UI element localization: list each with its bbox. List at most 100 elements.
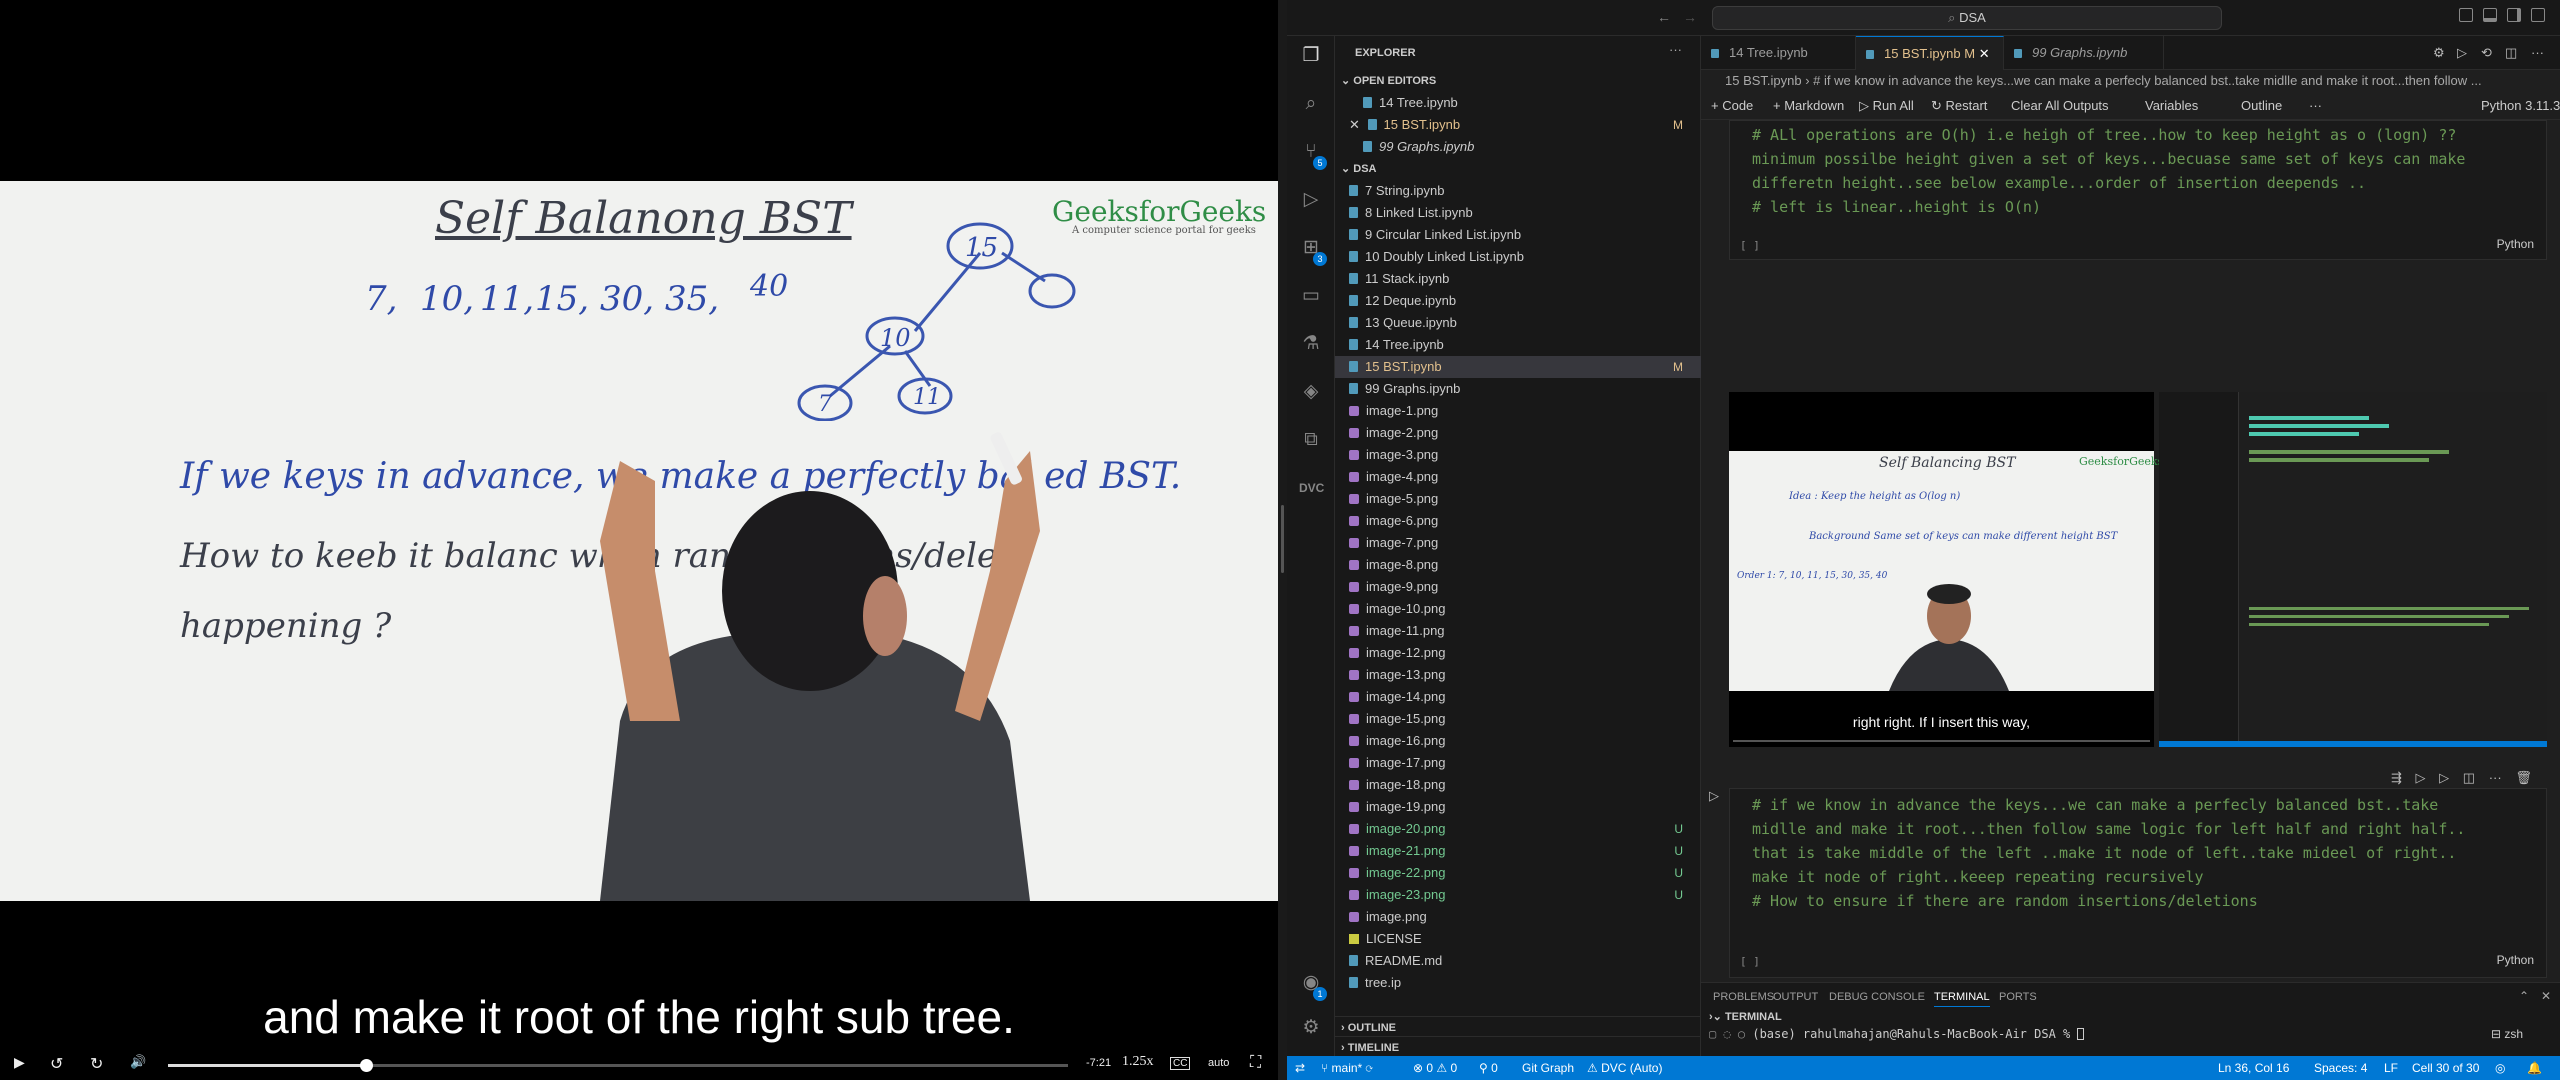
more-actions-icon[interactable]: ··· bbox=[2531, 45, 2544, 60]
run-by-line-icon[interactable]: ⇶ bbox=[2391, 770, 2402, 785]
file-tree-item[interactable]: 14 Tree.ipynb bbox=[1335, 334, 1701, 356]
search-icon[interactable]: ⌕ bbox=[1299, 92, 1323, 116]
terminal-instance[interactable]: ⊟ zsh bbox=[2491, 1027, 2551, 1041]
file-tree-item[interactable]: 99 Graphs.ipynb bbox=[1335, 378, 1701, 400]
markdown-cell-1[interactable]: # ALl operations are O(h) i.e heigh of t… bbox=[1729, 120, 2547, 260]
file-tree-item[interactable]: 11 Stack.ipynb bbox=[1335, 268, 1701, 290]
file-tree-item[interactable]: image-18.png bbox=[1335, 774, 1701, 796]
toggle-sidebar-icon[interactable] bbox=[2459, 8, 2473, 22]
file-tree-item[interactable]: image-13.png bbox=[1335, 664, 1701, 686]
more-actions-icon[interactable]: ··· bbox=[2489, 770, 2502, 785]
file-tree-item[interactable]: 9 Circular Linked List.ipynb bbox=[1335, 224, 1701, 246]
end-of-line[interactable]: LF bbox=[2384, 1056, 2398, 1080]
customize-layout-icon[interactable] bbox=[2531, 8, 2545, 22]
file-tree-item[interactable]: image-6.png bbox=[1335, 510, 1701, 532]
panel-tab[interactable]: PROBLEMS bbox=[1713, 991, 1774, 1003]
file-tree-item[interactable]: image-2.png bbox=[1335, 422, 1701, 444]
more-actions-icon[interactable]: ··· bbox=[1669, 42, 1682, 57]
file-tree-item[interactable]: image-7.png bbox=[1335, 532, 1701, 554]
file-tree-item[interactable]: tree.ip bbox=[1335, 972, 1701, 994]
file-tree-item[interactable]: 15 BST.ipynb M bbox=[1335, 356, 1701, 378]
close-icon[interactable]: ✕ bbox=[1349, 117, 1364, 132]
maximize-panel-icon[interactable]: ⌃ bbox=[2519, 989, 2529, 1003]
add-markdown-cell-button[interactable]: + Markdown bbox=[1773, 92, 1844, 120]
restart-button[interactable]: ↻ Restart bbox=[1931, 92, 1987, 120]
file-tree-item[interactable]: image-8.png bbox=[1335, 554, 1701, 576]
problems-indicator[interactable]: ⊗ 0 ⚠ 0 bbox=[1413, 1056, 1457, 1080]
indentation[interactable]: Spaces: 4 bbox=[2314, 1056, 2367, 1080]
markdown-cell-2[interactable]: # if we know in advance the keys...we ca… bbox=[1729, 788, 2547, 978]
cell-indicator[interactable]: Cell 30 of 30 bbox=[2412, 1056, 2479, 1080]
open-editor-item[interactable]: ✕ 15 BST.ipynb M bbox=[1335, 114, 1701, 136]
tab-99-graphs[interactable]: 99 Graphs.ipynb bbox=[2004, 36, 2164, 70]
outline-header[interactable]: › OUTLINE bbox=[1335, 1016, 1701, 1038]
output-seek-bar[interactable] bbox=[1733, 740, 2150, 742]
cell-language[interactable]: Python bbox=[2497, 953, 2534, 967]
file-tree-item[interactable]: image-16.png bbox=[1335, 730, 1701, 752]
file-tree-item[interactable]: image-1.png bbox=[1335, 400, 1701, 422]
dvc-status[interactable]: ⚠ DVC (Auto) bbox=[1587, 1056, 1662, 1080]
outline-button[interactable]: Outline bbox=[2241, 92, 2282, 120]
remote-explorer-icon[interactable]: ▭ bbox=[1299, 284, 1323, 308]
quality-selector[interactable]: auto bbox=[1208, 1057, 1229, 1069]
open-changes-icon[interactable]: ⟲ bbox=[2481, 45, 2492, 61]
file-tree-item[interactable]: image-5.png bbox=[1335, 488, 1701, 510]
open-editor-item[interactable]: 14 Tree.ipynb bbox=[1335, 92, 1701, 114]
notifications-icon[interactable]: 🔔 bbox=[2527, 1056, 2542, 1080]
captions-button[interactable]: CC bbox=[1170, 1057, 1191, 1070]
split-cell-icon[interactable]: ◫ bbox=[2463, 770, 2475, 785]
file-tree-item[interactable]: image-23.png U bbox=[1335, 884, 1701, 906]
dvc-icon[interactable]: DVC bbox=[1299, 476, 1324, 500]
explorer-icon[interactable]: ❐ bbox=[1299, 44, 1323, 68]
file-tree-item[interactable]: image-9.png bbox=[1335, 576, 1701, 598]
timeline-header[interactable]: › TIMELINE bbox=[1335, 1036, 1701, 1058]
file-tree-item[interactable]: image-21.png U bbox=[1335, 840, 1701, 862]
run-all-button[interactable]: ▷ Run All bbox=[1859, 92, 1914, 120]
split-editor-icon[interactable]: ◫ bbox=[2505, 45, 2517, 61]
ports-indicator[interactable]: ⚲ 0 bbox=[1479, 1056, 1498, 1080]
source-graph-icon[interactable]: ⧉ bbox=[1299, 428, 1323, 452]
close-icon[interactable]: ✕ bbox=[1979, 46, 1990, 61]
rewind-icon[interactable]: ↺ bbox=[50, 1054, 63, 1074]
delete-cell-icon[interactable]: 🗑 bbox=[2515, 770, 2532, 785]
file-tree-item[interactable]: image-19.png bbox=[1335, 796, 1701, 818]
docker-icon[interactable]: ◈ bbox=[1299, 380, 1323, 404]
file-tree-item[interactable]: image-11.png bbox=[1335, 620, 1701, 642]
open-editors-header[interactable]: ⌄ OPEN EDITORS bbox=[1335, 70, 1701, 92]
open-editor-item[interactable]: 99 Graphs.ipynb bbox=[1335, 136, 1701, 158]
output-video-thumbnail[interactable]: Self Balancing BST Idea : Keep the heigh… bbox=[1729, 392, 2163, 747]
playback-speed[interactable]: 1.25x bbox=[1122, 1054, 1154, 1070]
remote-icon[interactable]: ⇄ bbox=[1295, 1056, 1305, 1080]
file-tree-item[interactable]: 10 Doubly Linked List.ipynb bbox=[1335, 246, 1701, 268]
seek-knob[interactable] bbox=[360, 1059, 373, 1072]
file-tree-item[interactable]: LICENSE bbox=[1335, 928, 1701, 950]
cell-2-content[interactable]: # if we know in advance the keys...we ca… bbox=[1752, 793, 2465, 913]
split-divider[interactable] bbox=[1278, 0, 1287, 1080]
settings-gear-icon[interactable]: ⚙ bbox=[1299, 1016, 1323, 1040]
cell-1-content[interactable]: # ALl operations are O(h) i.e heigh of t… bbox=[1752, 123, 2465, 219]
panel-tab[interactable]: PORTS bbox=[1999, 991, 2037, 1003]
file-tree-item[interactable]: image-12.png bbox=[1335, 642, 1701, 664]
clear-outputs-button[interactable]: Clear All Outputs bbox=[2011, 92, 2109, 120]
fullscreen-icon[interactable]: ⛶ bbox=[1250, 1054, 1261, 1072]
breadcrumb[interactable]: 15 BST.ipynb › # if we know in advance t… bbox=[1701, 70, 2560, 92]
forward-icon[interactable]: ↻ bbox=[90, 1054, 103, 1074]
video-player[interactable]: Self Balanong BST 7, 10, 11, 15, 30, 35,… bbox=[0, 0, 1287, 1080]
file-tree-item[interactable]: image-17.png bbox=[1335, 752, 1701, 774]
file-tree-item[interactable]: image-3.png bbox=[1335, 444, 1701, 466]
terminal-section-header[interactable]: ›⌄ TERMINAL bbox=[1709, 1010, 2549, 1026]
tab-14-tree[interactable]: 14 Tree.ipynb bbox=[1701, 36, 1856, 70]
execute-above-icon[interactable]: ▷ bbox=[2416, 770, 2426, 785]
copilot-icon[interactable]: ◎ bbox=[2495, 1056, 2505, 1080]
gear-icon[interactable]: ⚙ bbox=[2433, 45, 2445, 61]
file-tree-item[interactable]: 7 String.ipynb bbox=[1335, 180, 1701, 202]
forward-arrow-icon[interactable]: → bbox=[1683, 9, 1697, 25]
file-tree-item[interactable]: image-4.png bbox=[1335, 466, 1701, 488]
file-tree-item[interactable]: 13 Queue.ipynb bbox=[1335, 312, 1701, 334]
testing-icon[interactable]: ⚗ bbox=[1299, 332, 1323, 356]
file-tree-item[interactable]: image-20.png U bbox=[1335, 818, 1701, 840]
seek-bar[interactable] bbox=[168, 1059, 1068, 1072]
kernel-picker[interactable]: Python 3.11.3 bbox=[2481, 92, 2560, 120]
file-tree-item[interactable]: 12 Deque.ipynb bbox=[1335, 290, 1701, 312]
branch-indicator[interactable]: ⑂ main* ⟳ bbox=[1321, 1056, 1373, 1080]
